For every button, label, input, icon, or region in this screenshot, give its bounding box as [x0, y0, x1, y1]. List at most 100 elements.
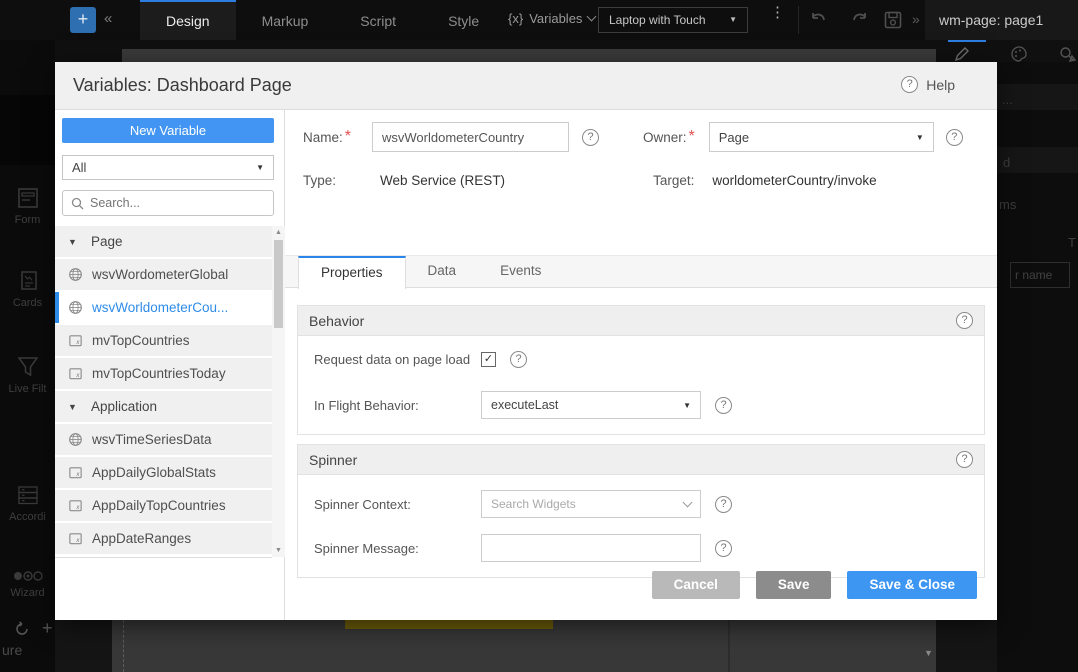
- palette-item-wizard[interactable]: Wizard: [0, 568, 55, 599]
- canvas-scroll-down-icon[interactable]: ▼: [924, 648, 933, 658]
- owner-select[interactable]: Page ▼: [709, 122, 934, 152]
- scrollbar-thumb[interactable]: [274, 240, 283, 328]
- behavior-title: Behavior: [309, 313, 364, 329]
- request-data-row: Request data on page load ✓ ?: [314, 351, 968, 368]
- palette-icon[interactable]: [1010, 45, 1028, 63]
- palette-divider-block: [0, 95, 55, 165]
- canvas-bottom-tools: +: [14, 618, 53, 639]
- variable-label: wsvTimeSeriesData: [92, 432, 212, 447]
- spinner-message-help-icon[interactable]: ?: [715, 540, 732, 557]
- inflight-select[interactable]: executeLast ▼: [481, 391, 701, 419]
- variable-group-page[interactable]: ▼ Page: [55, 226, 272, 257]
- expand-right-icon[interactable]: »: [912, 11, 920, 27]
- cards-icon: [0, 268, 55, 294]
- palette-item-label: Accordi: [0, 511, 55, 523]
- add-page-button[interactable]: +: [70, 7, 96, 33]
- search-input[interactable]: [90, 196, 250, 210]
- save-button[interactable]: Save: [756, 571, 832, 599]
- variable-filter-value: All: [72, 156, 86, 179]
- request-data-help-icon[interactable]: ?: [510, 351, 527, 368]
- behavior-section-body: Request data on page load ✓ ? In Flight …: [298, 336, 984, 434]
- svg-text:x: x: [75, 504, 80, 511]
- tab-markup[interactable]: Markup: [236, 0, 335, 40]
- behavior-section-header: Behavior ?: [298, 306, 984, 336]
- wizard-steps-icon: [0, 568, 55, 584]
- more-options-icon[interactable]: ⋮: [770, 9, 785, 16]
- canvas-column-divider: [728, 620, 730, 672]
- spinner-help-icon[interactable]: ?: [956, 451, 973, 468]
- cropped-input-fragment: r name: [1010, 262, 1070, 288]
- tab-events[interactable]: Events: [478, 256, 563, 289]
- model-variable-icon: x: [68, 366, 83, 381]
- chevron-down-icon: [587, 12, 597, 22]
- device-preview-select[interactable]: Laptop with Touch ▼: [598, 7, 748, 33]
- inspect-cursor-icon[interactable]: [1058, 45, 1076, 63]
- variable-group-application[interactable]: ▼ Application: [55, 391, 272, 422]
- save-and-close-button[interactable]: Save & Close: [847, 571, 977, 599]
- active-icon-tab-underline: [948, 40, 986, 42]
- spinner-message-input[interactable]: [481, 534, 701, 562]
- scroll-down-icon[interactable]: ▼: [272, 547, 285, 554]
- spinner-section-header: Spinner ?: [298, 445, 984, 475]
- type-value: Web Service (REST): [380, 173, 505, 188]
- help-link[interactable]: ? Help: [901, 76, 955, 93]
- scroll-up-icon[interactable]: ▲: [272, 229, 285, 236]
- tab-properties[interactable]: Properties: [298, 256, 406, 289]
- tab-script[interactable]: Script: [334, 0, 422, 40]
- required-asterisk: *: [689, 128, 695, 146]
- variable-search[interactable]: [62, 190, 274, 216]
- variable-filter-select[interactable]: All ▼: [62, 155, 274, 180]
- undo-icon[interactable]: [808, 9, 830, 31]
- palette-item-accordion[interactable]: Accordi: [0, 482, 55, 523]
- owner-help-icon[interactable]: ?: [946, 129, 963, 146]
- redo-icon[interactable]: [848, 9, 870, 31]
- request-data-checkbox[interactable]: ✓: [481, 352, 496, 367]
- svg-text:x: x: [75, 471, 80, 478]
- target-label: Target:: [653, 173, 694, 188]
- list-item[interactable]: x mvTopCountries: [55, 325, 272, 356]
- list-item[interactable]: wsvWordometerGlobal: [55, 259, 272, 290]
- list-item[interactable]: x AppDailyGlobalStats: [55, 457, 272, 488]
- highlighted-widget-bar: [345, 620, 553, 629]
- properties-panel-dimmed: ... d ms T r name: [997, 62, 1078, 672]
- palette-item-cards[interactable]: Cards: [0, 268, 55, 309]
- list-item[interactable]: wsvTimeSeriesData: [55, 424, 272, 455]
- tab-style[interactable]: Style: [422, 0, 505, 40]
- palette-item-form[interactable]: Form: [0, 185, 55, 226]
- pencil-icon[interactable]: [953, 45, 971, 63]
- inflight-help-icon[interactable]: ?: [715, 397, 732, 414]
- add-widget-icon[interactable]: +: [42, 618, 53, 639]
- name-input[interactable]: [372, 122, 569, 152]
- caret-down-icon: ▼: [683, 401, 691, 410]
- name-help-icon[interactable]: ?: [582, 129, 599, 146]
- tab-data[interactable]: Data: [406, 256, 479, 289]
- dimmed-canvas-top: [122, 49, 936, 62]
- collapse-left-icon[interactable]: «: [104, 10, 112, 27]
- palette-item-label: Form: [0, 214, 55, 226]
- spinner-context-select[interactable]: Search Widgets: [481, 490, 701, 518]
- cropped-text-fragment: ms: [999, 197, 1016, 212]
- list-scrollbar[interactable]: ▲ ▼: [272, 226, 285, 557]
- new-variable-button[interactable]: New Variable: [62, 118, 274, 143]
- variables-menu[interactable]: {x} Variables: [508, 11, 595, 26]
- spinner-context-help-icon[interactable]: ?: [715, 496, 732, 513]
- model-variable-icon: x: [68, 531, 83, 546]
- list-item[interactable]: x AppDailyTopCountries: [55, 490, 272, 521]
- variables-braces-icon: {x}: [508, 11, 523, 26]
- cropped-text-fragment: ...: [1002, 92, 1013, 107]
- save-icon[interactable]: [882, 9, 904, 31]
- required-asterisk: *: [345, 128, 351, 146]
- list-item[interactable]: x mvTopCountriesToday: [55, 358, 272, 389]
- list-item-selected[interactable]: wsvWorldometerCou...: [55, 292, 272, 323]
- tab-design[interactable]: Design: [140, 0, 236, 40]
- web-service-icon: [68, 432, 83, 447]
- name-field-row: Name: * ? Owner: * Page ▼ ?: [303, 122, 963, 152]
- list-item[interactable]: x AppDateRanges: [55, 523, 272, 554]
- spinner-title: Spinner: [309, 452, 357, 468]
- refresh-icon[interactable]: [14, 621, 30, 637]
- palette-item-live-filter[interactable]: Live Filt: [0, 352, 55, 395]
- target-value: worldometerCountry/invoke: [712, 173, 876, 188]
- behavior-help-icon[interactable]: ?: [956, 312, 973, 329]
- cancel-button[interactable]: Cancel: [652, 571, 740, 599]
- inflight-row: In Flight Behavior: executeLast ▼ ?: [314, 391, 968, 419]
